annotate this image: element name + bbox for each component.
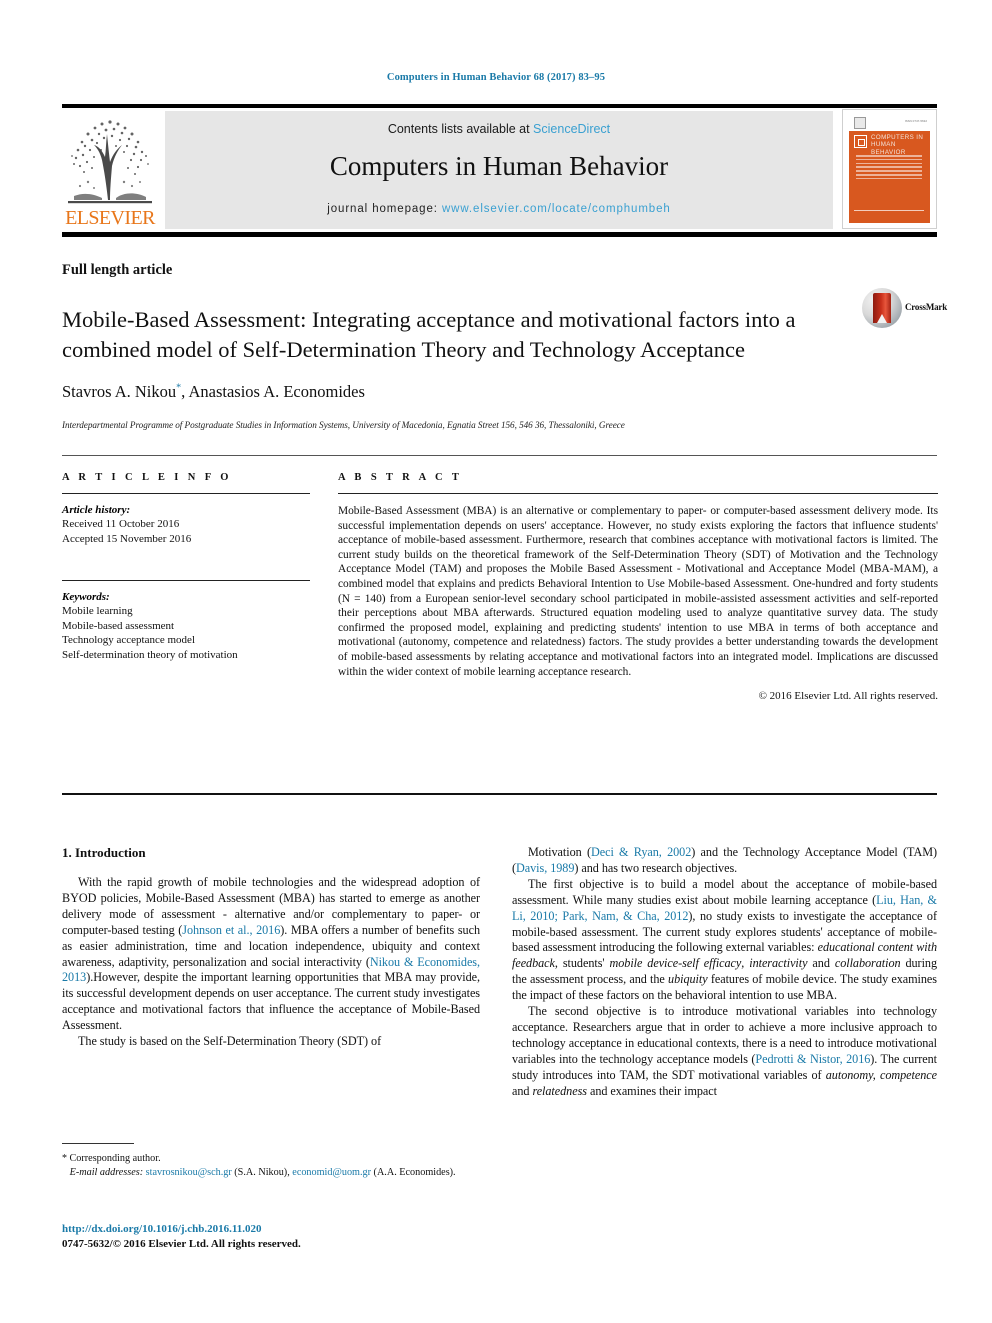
body-text: and — [807, 956, 835, 971]
emphasis-text: relatedness — [532, 1083, 587, 1098]
email-addresses-note: E-mail addresses: stavrosnikou@sch.gr (S… — [62, 1166, 482, 1180]
body-text: and examines their impact — [586, 1083, 717, 1098]
crossmark-book-icon — [873, 293, 891, 323]
journal-cover-thumbnail[interactable]: ISSN 0747-5632 COMPUTERS IN HUMAN BEHAVI… — [842, 109, 937, 229]
abstract-copyright: © 2016 Elsevier Ltd. All rights reserved… — [758, 690, 938, 703]
keyword-item: Mobile learning — [62, 605, 133, 618]
emphasis-text: interactivity — [749, 956, 808, 971]
article-history-accepted: Accepted 15 November 2016 — [62, 532, 192, 545]
journal-homepage-line: journal homepage: www.elsevier.com/locat… — [165, 203, 833, 215]
right-paragraphs: Motivation (Deci & Ryan, 2002) and the T… — [512, 845, 937, 1100]
citation-link[interactable]: Pedrotti & Nistor, 2016 — [755, 1052, 870, 1066]
emphasis-text: mobile device-self efficacy — [609, 956, 742, 971]
article-history-received: Received 11 October 2016 — [62, 518, 180, 531]
contents-prefix: Contents lists available at — [387, 122, 534, 136]
running-head: Computers in Human Behavior 68 (2017) 83… — [386, 72, 606, 83]
article-info-divider — [62, 493, 310, 495]
body-text: and — [512, 1083, 533, 1098]
keyword-item: Self-determination theory of motivation — [62, 648, 238, 661]
cover-art: ISSN 0747-5632 COMPUTERS IN HUMAN BEHAVI… — [849, 115, 930, 223]
elsevier-logo: ELSEVIER — [62, 110, 158, 230]
abstract-divider — [338, 493, 938, 495]
author-primary[interactable]: Stavros A. Nikou — [62, 382, 176, 401]
author-list: Stavros A. Nikou*, Anastasios A. Economi… — [62, 382, 822, 402]
emphasis-text: ubiquity — [668, 972, 708, 987]
author-secondary[interactable]: , Anastasios A. Economides — [181, 382, 365, 401]
cover-emblem-icon — [854, 135, 867, 148]
masthead-bottom-rule — [62, 232, 937, 237]
cover-issn-note: ISSN 0747-5632 — [904, 119, 927, 123]
masthead-band: Contents lists available at ScienceDirec… — [165, 111, 833, 229]
abstract-heading: A B S T R A C T — [338, 472, 463, 483]
corresponding-author-text: Corresponding author. — [69, 1153, 161, 1164]
homepage-prefix: journal homepage: — [327, 203, 442, 215]
email-link-primary[interactable]: stavrosnikou@sch.gr — [146, 1167, 232, 1178]
journal-title: Computers in Human Behavior — [329, 151, 669, 181]
article-info-column: A R T I C L E I N F O Article history: R… — [62, 472, 310, 662]
body-text: ) and has two research objectives. — [574, 860, 738, 875]
article-info-heading: A R T I C L E I N F O — [62, 472, 232, 483]
keywords-heading: Keywords: — [62, 591, 110, 604]
page-title: Mobile-Based Assessment: Integrating acc… — [62, 307, 796, 362]
keyword-list: Mobile learning Mobile-based assessment … — [62, 604, 310, 662]
elsevier-tree-icon — [68, 120, 152, 204]
journal-masthead: ELSEVIER Contents lists available at Sci… — [62, 104, 937, 237]
citation-link[interactable]: Johnson et al., 2016 — [182, 923, 280, 937]
citation-link[interactable]: Deci & Ryan, 2002 — [591, 845, 691, 859]
doi-block: http://dx.doi.org/10.1016/j.chb.2016.11.… — [62, 1222, 492, 1252]
body-paragraph: The study is based on the Self-Determina… — [62, 1034, 480, 1050]
body-paragraph: With the rapid growth of mobile technolo… — [62, 875, 480, 1034]
footnote-block: * Corresponding author. E-mail addresses… — [62, 1143, 482, 1179]
body-column-left: 1. Introduction With the rapid growth of… — [62, 845, 480, 1050]
left-paragraphs: With the rapid growth of mobile technolo… — [62, 875, 480, 1050]
body-text: Motivation ( — [528, 845, 591, 859]
doi-link[interactable]: http://dx.doi.org/10.1016/j.chb.2016.11.… — [62, 1222, 492, 1237]
keywords-divider — [62, 580, 310, 582]
body-text: ).However, despite the important learnin… — [62, 970, 480, 1033]
cover-barcode-icon — [854, 117, 866, 129]
abstract-text: Mobile-Based Assessment (MBA) is an alte… — [338, 505, 938, 678]
asterisk-icon: * — [62, 1153, 70, 1164]
body-column-right: Motivation (Deci & Ryan, 2002) and the T… — [512, 845, 937, 1100]
emphasis-text: autonomy, competence — [825, 1067, 937, 1082]
article-type-label: Full length article — [62, 262, 173, 278]
author-affiliation: Interdepartmental Programme of Postgradu… — [62, 420, 625, 430]
info-block-bottom-rule — [62, 793, 937, 795]
info-block-top-rule — [62, 455, 937, 457]
body-text: The first objective is to build a model … — [512, 876, 937, 907]
body-paragraph: The first objective is to build a model … — [512, 877, 937, 1004]
body-text: The study is based on the Self-Determina… — [78, 1034, 382, 1049]
contents-available-line: Contents lists available at ScienceDirec… — [165, 122, 833, 136]
keyword-item: Technology acceptance model — [62, 634, 195, 647]
elsevier-wordmark: ELSEVIER — [65, 207, 155, 229]
masthead-top-rule — [62, 104, 937, 108]
cover-title: COMPUTERS IN HUMAN BEHAVIOR — [871, 134, 924, 156]
footnote-rule — [62, 1143, 134, 1144]
sciencedirect-link[interactable]: ScienceDirect — [533, 122, 610, 136]
cover-top-strip: ISSN 0747-5632 — [849, 115, 930, 131]
keyword-item: Mobile-based assessment — [62, 619, 175, 632]
section-title-introduction: 1. Introduction — [62, 845, 146, 860]
crossmark-disc-icon — [862, 288, 902, 328]
issn-copyright: 0747-5632/© 2016 Elsevier Ltd. All right… — [62, 1238, 301, 1250]
body-paragraph: Motivation (Deci & Ryan, 2002) and the T… — [512, 845, 937, 877]
email-link-secondary[interactable]: economid@uom.gr — [292, 1167, 371, 1178]
article-history-heading: Article history: — [62, 504, 131, 517]
corresponding-author-note: * Corresponding author. — [62, 1152, 482, 1166]
email-owner-primary: (S.A. Nikou), — [234, 1166, 290, 1178]
crossmark-label: CrossMark — [905, 302, 948, 312]
cover-text-lines — [856, 155, 922, 181]
body-paragraph: The second objective is to introduce mot… — [512, 1004, 937, 1099]
journal-homepage-link[interactable]: www.elsevier.com/locate/comphumbeh — [442, 203, 671, 215]
paper-page: Computers in Human Behavior 68 (2017) 83… — [0, 0, 992, 1323]
email-owner-secondary: (A.A. Economides). — [373, 1166, 456, 1178]
emphasis-text: collaboration — [834, 956, 901, 971]
email-label: E-mail addresses: — [69, 1166, 144, 1178]
citation-link[interactable]: Davis, 1989 — [516, 861, 574, 875]
cover-bottom-rule — [854, 210, 924, 211]
abstract-column: A B S T R A C T Mobile-Based Assessment … — [338, 472, 938, 702]
body-text: , students' — [554, 956, 610, 971]
crossmark-badge[interactable]: CrossMark — [862, 288, 947, 330]
